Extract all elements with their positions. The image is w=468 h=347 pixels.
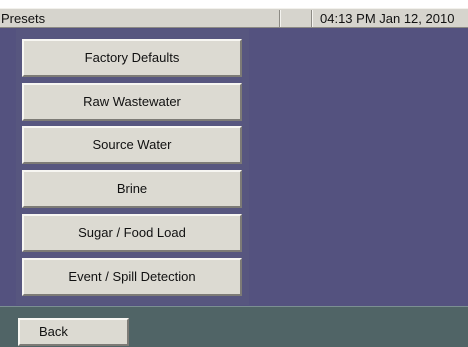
top-margin (0, 0, 468, 8)
preset-button-event-spill-detection[interactable]: Event / Spill Detection (22, 258, 242, 296)
footer-bar: Back (0, 306, 468, 347)
back-button[interactable]: Back (18, 318, 129, 346)
title-bar-divider (279, 10, 281, 27)
presets-screen: Presets 04:13 PM Jan 12, 2010 Factory De… (0, 0, 468, 347)
preset-list: Factory Defaults Raw Wastewater Source W… (16, 29, 249, 305)
preset-button-sugar-food-load[interactable]: Sugar / Food Load (22, 214, 242, 252)
title-bar-divider (311, 10, 313, 27)
preset-button-factory-defaults[interactable]: Factory Defaults (22, 39, 242, 77)
preset-button-source-water[interactable]: Source Water (22, 126, 242, 164)
page-title: Presets (1, 11, 46, 26)
preset-button-raw-wastewater[interactable]: Raw Wastewater (22, 83, 242, 121)
title-bar: Presets 04:13 PM Jan 12, 2010 (0, 8, 468, 28)
preset-button-brine[interactable]: Brine (22, 170, 242, 208)
clock-display: 04:13 PM Jan 12, 2010 (320, 11, 455, 26)
